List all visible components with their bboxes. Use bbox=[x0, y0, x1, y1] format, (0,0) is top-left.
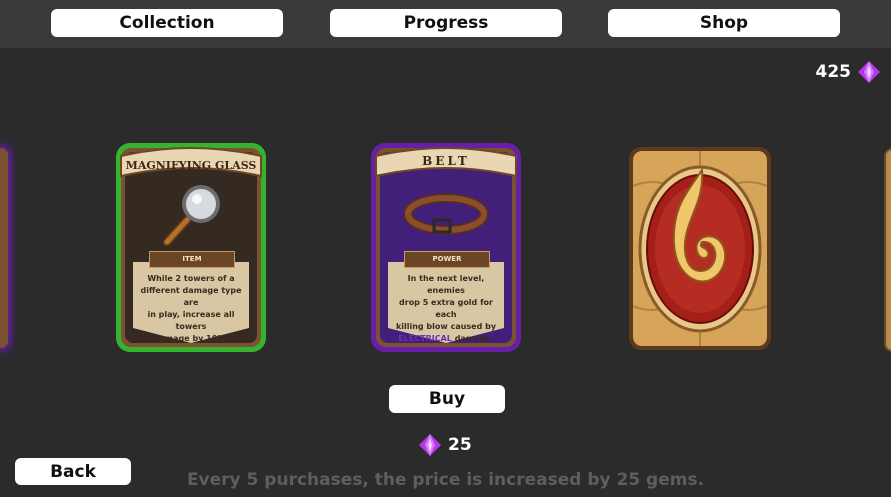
card-type-tag: ITEM bbox=[149, 251, 235, 268]
card-title-banner: BELT bbox=[375, 147, 517, 178]
card-description: In the next level, enemies drop 5 extra … bbox=[388, 273, 504, 345]
desc-line: drop 5 extra gold for each bbox=[399, 298, 493, 319]
desc-line: While 2 towers of a bbox=[147, 274, 235, 283]
gem-icon bbox=[419, 434, 441, 456]
tab-progress[interactable]: Progress bbox=[330, 9, 562, 37]
gem-icon bbox=[858, 61, 880, 83]
offscreen-card-left[interactable] bbox=[0, 148, 8, 348]
price-display: 25 bbox=[418, 433, 472, 457]
gem-balance: 425 bbox=[816, 60, 882, 84]
gem-balance-value: 425 bbox=[815, 62, 852, 82]
desc-line-rest: damage. bbox=[451, 334, 494, 343]
tab-collection[interactable]: Collection bbox=[51, 9, 283, 37]
card-type-tag: POWER bbox=[404, 251, 490, 268]
card-title-banner: MAGNIFYING GLASS bbox=[120, 147, 262, 178]
desc-line: in play, increase all towers bbox=[147, 310, 235, 331]
buy-button[interactable]: Buy bbox=[389, 385, 505, 413]
magnifying-glass-icon bbox=[163, 185, 220, 246]
card-magnifying-glass[interactable]: MAGNIFYING GLASS ITEM While 2 towers of … bbox=[113, 140, 269, 355]
tab-shop[interactable]: Shop bbox=[608, 9, 840, 37]
back-button[interactable]: Back bbox=[15, 458, 131, 485]
electrical-keyword: ELECTRICAL bbox=[398, 334, 452, 343]
price-value: 25 bbox=[448, 435, 472, 455]
belt-icon bbox=[404, 193, 488, 235]
desc-line: different damage type are bbox=[140, 286, 242, 307]
desc-line: damage by 10%. bbox=[153, 334, 229, 343]
card-back-fire[interactable] bbox=[628, 146, 772, 351]
price-increase-info: Every 5 purchases, the price is increase… bbox=[186, 470, 705, 490]
card-title: BELT bbox=[422, 154, 470, 168]
card-title: MAGNIFYING GLASS bbox=[126, 159, 257, 172]
fire-emblem-icon bbox=[629, 147, 771, 350]
desc-line: killing blow caused by bbox=[395, 322, 497, 331]
desc-line: In the next level, enemies bbox=[407, 274, 485, 295]
card-belt[interactable]: BELT POWER In the next level, enemies dr… bbox=[368, 140, 524, 355]
desc-line: ELECTRICAL damage. bbox=[388, 333, 504, 345]
card-description: While 2 towers of a different damage typ… bbox=[133, 273, 249, 345]
offscreen-card-right[interactable] bbox=[884, 148, 891, 352]
